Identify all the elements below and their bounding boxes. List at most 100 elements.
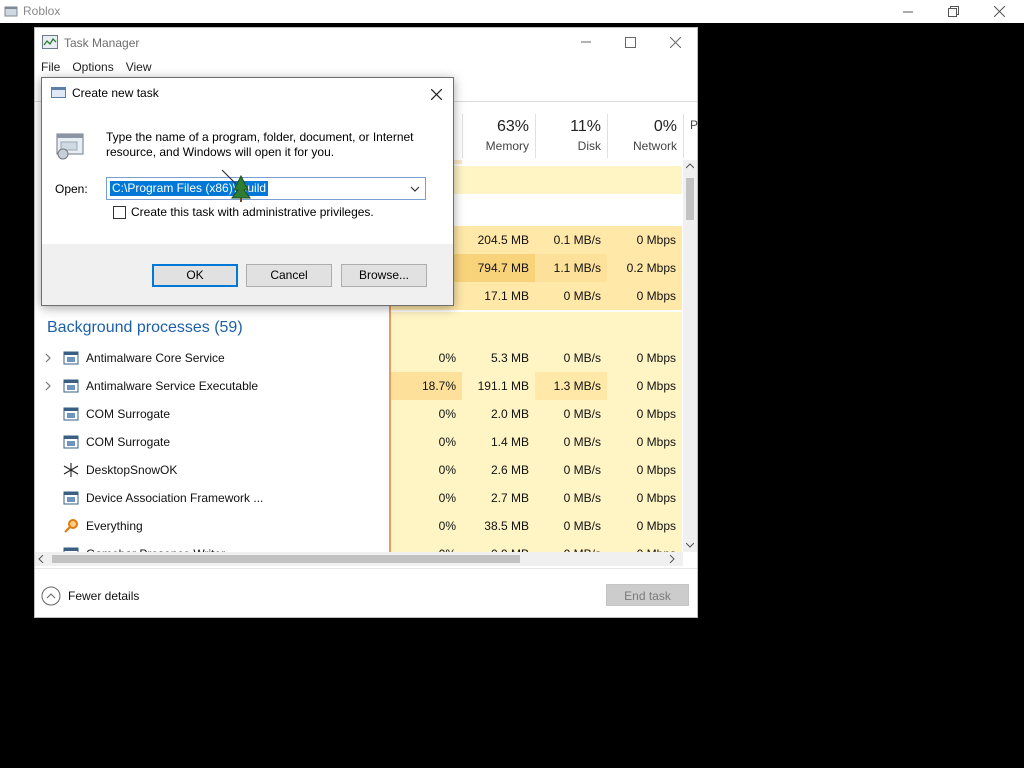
chevron-down-icon[interactable]	[409, 183, 421, 195]
run-program-icon	[56, 133, 84, 160]
open-label: Open:	[55, 182, 88, 196]
ok-button[interactable]: OK	[152, 264, 238, 287]
network-column-label: Network	[632, 139, 677, 153]
disk-cell: 1.3 MB/s	[535, 372, 607, 400]
cpu-cell: 0%	[390, 456, 462, 484]
disk-cell: 0 MB/s	[535, 428, 607, 456]
disk-cell: 0 MB/s	[535, 456, 607, 484]
snowflake-icon	[63, 463, 79, 477]
vertical-scrollbar[interactable]	[683, 160, 697, 552]
task-manager-icon	[42, 35, 58, 49]
maximize-icon	[624, 36, 636, 48]
network-cell: 0 Mbps	[607, 456, 682, 484]
tm-minimize-button[interactable]	[563, 28, 609, 56]
memory-cell: 204.5 MB	[462, 226, 535, 254]
memory-cell: 17.1 MB	[462, 282, 535, 310]
disk-cell: 0 MB/s	[535, 512, 607, 540]
cpu-cell: 0%	[390, 428, 462, 456]
browse-button[interactable]: Browse...	[341, 264, 427, 287]
menu-view[interactable]: View	[120, 58, 158, 78]
process-name: DesktopSnowOK	[86, 463, 178, 477]
memory-cell: 2.7 MB	[462, 484, 535, 512]
tm-maximize-button[interactable]	[607, 28, 653, 56]
memory-cell: 2.6 MB	[462, 456, 535, 484]
minimize-icon	[581, 41, 591, 43]
table-row[interactable]: Antimalware Core Service 0% 5.3 MB 0 MB/s 0 …	[35, 344, 683, 372]
scroll-up-icon[interactable]	[686, 163, 694, 169]
cancel-button[interactable]: Cancel	[246, 264, 332, 287]
task-manager-footer: Fewer details End task	[35, 568, 697, 618]
fewer-details-button[interactable]: Fewer details	[41, 586, 139, 606]
minimize-icon	[903, 11, 913, 12]
admin-privileges-checkbox[interactable]	[113, 205, 126, 219]
tm-close-button[interactable]	[652, 28, 698, 56]
column-power[interactable]: P	[683, 114, 698, 158]
memory-cell: 1.4 MB	[462, 428, 535, 456]
admin-privileges-option[interactable]: Create this task with administrative pri…	[113, 205, 374, 219]
column-memory[interactable]: 63% Memory	[462, 114, 535, 158]
dialog-titlebar: Create new task	[42, 78, 453, 108]
column-disk[interactable]: 11% Disk	[535, 114, 607, 158]
vertical-scroll-thumb[interactable]	[686, 178, 694, 220]
network-cell: 0 Mbps	[607, 428, 682, 456]
cpu-cell: 0%	[390, 512, 462, 540]
table-row[interactable]: Device Association Framework ... 0% 2.7 MB…	[35, 484, 683, 512]
roblox-restore-button[interactable]	[930, 0, 976, 23]
table-row[interactable]: Gamebar Presence Writer 0%0.9 MB0 MB/s0 M…	[35, 540, 683, 552]
network-cell: 0 Mbps	[607, 344, 682, 372]
chevron-right-icon[interactable]	[44, 352, 52, 364]
open-combobox[interactable]: C:\Program Files (x86)\ Build	[106, 177, 426, 200]
memory-cell: 191.1 MB	[462, 372, 535, 400]
service-icon	[63, 379, 79, 393]
roblox-titlebar: Roblox	[0, 0, 1024, 23]
network-usage-percent: 0%	[653, 118, 677, 135]
task-manager-titlebar: Task Manager	[35, 28, 697, 56]
scroll-right-icon[interactable]	[669, 555, 675, 563]
close-icon	[669, 36, 681, 48]
service-icon	[63, 491, 79, 505]
disk-cell: 0 MB/s	[535, 344, 607, 372]
column-network[interactable]: 0% Network	[607, 114, 683, 158]
chevron-up-circle-icon	[41, 586, 61, 606]
memory-cell: 38.5 MB	[462, 512, 535, 540]
network-cell: 0 Mbps	[607, 512, 682, 540]
scroll-left-icon[interactable]	[38, 555, 44, 563]
roblox-minimize-button[interactable]	[885, 0, 931, 23]
scroll-down-icon[interactable]	[686, 542, 694, 548]
memory-cell: 794.7 MB	[462, 254, 535, 282]
network-cell: 0 Mbps	[607, 400, 682, 428]
chevron-right-icon[interactable]	[44, 380, 52, 392]
dialog-close-button[interactable]	[426, 84, 446, 104]
network-cell: 0 Mbps	[607, 540, 682, 552]
close-icon	[430, 88, 442, 100]
network-cell: 0 Mbps	[607, 484, 682, 512]
roblox-close-button[interactable]	[976, 0, 1022, 23]
memory-column-label: Memory	[485, 139, 529, 153]
process-name: COM Surrogate	[86, 407, 171, 421]
horizontal-scroll-thumb[interactable]	[52, 555, 520, 563]
menu-file[interactable]: File	[35, 58, 66, 78]
disk-cell: 0 MB/s	[535, 282, 607, 310]
table-row[interactable]: COM Surrogate 0% 2.0 MB 0 MB/s 0 Mbps	[35, 400, 683, 428]
roblox-window-title: Roblox	[23, 4, 61, 18]
table-row[interactable]: Antimalware Service Executable 18.7% 191.1…	[35, 372, 683, 400]
admin-privileges-label: Create this task with administrative pri…	[131, 205, 374, 219]
memory-usage-percent: 63%	[496, 118, 529, 135]
table-row[interactable]: COM Surrogate 0% 1.4 MB 0 MB/s 0 Mbps	[35, 428, 683, 456]
memory-cell: 5.3 MB	[462, 344, 535, 372]
process-name: Gamebar Presence Writer	[86, 540, 225, 552]
cpu-cell: 0%	[390, 540, 462, 552]
process-name: Everything	[86, 519, 143, 533]
dialog-description: Type the name of a program, folder, docu…	[106, 130, 414, 159]
table-row[interactable]: Everything 0% 38.5 MB 0 MB/s 0 Mbps	[35, 512, 683, 540]
horizontal-scrollbar[interactable]	[35, 552, 683, 566]
end-task-button[interactable]: End task	[606, 584, 689, 606]
process-name: COM Surrogate	[86, 435, 171, 449]
table-row[interactable]: DesktopSnowOK 0% 2.6 MB 0 MB/s 0 Mbps	[35, 456, 683, 484]
dialog-title: Create new task	[72, 86, 159, 100]
cursor-icon	[221, 169, 251, 202]
dialog-button-bar: OK Cancel Browse...	[42, 244, 453, 305]
network-cell: 0 Mbps	[607, 282, 682, 310]
fewer-details-label: Fewer details	[68, 589, 140, 603]
menu-options[interactable]: Options	[66, 58, 119, 78]
